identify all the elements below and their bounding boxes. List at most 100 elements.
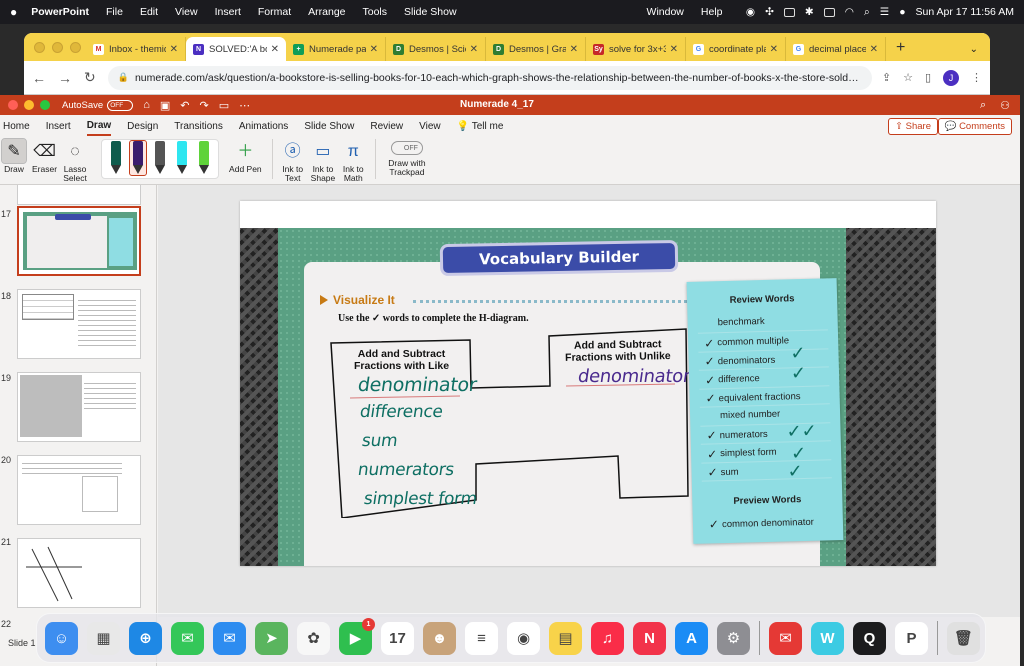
tab-view[interactable]: View xyxy=(419,118,441,135)
contacts-icon[interactable]: ☻ xyxy=(423,621,456,655)
pen-1[interactable] xyxy=(108,141,124,175)
highlighter-1[interactable] xyxy=(174,141,190,175)
highlighter-2[interactable] xyxy=(196,141,212,175)
tab-draw[interactable]: Draw xyxy=(86,117,112,136)
menu-window[interactable]: Window xyxy=(647,6,684,18)
close-window-button[interactable] xyxy=(34,42,45,53)
app-store-icon[interactable]: A xyxy=(675,621,708,655)
ppt-share-people-icon[interactable]: ⚇ xyxy=(1000,99,1010,112)
share-page-icon[interactable]: ⇪ xyxy=(882,71,891,84)
current-slide[interactable]: Vocabulary Builder Visualize It Use the … xyxy=(240,201,936,566)
close-tab-icon[interactable]: ✕ xyxy=(470,44,478,55)
safari-icon[interactable]: ⊕ xyxy=(129,621,162,655)
new-tab-button[interactable]: + xyxy=(896,39,905,57)
browser-tab[interactable]: D Desmos | Grap ✕ xyxy=(486,37,586,61)
photos-icon[interactable]: ✿ xyxy=(297,621,330,655)
music-icon[interactable]: ♫ xyxy=(591,621,624,655)
browser-menu-icon[interactable]: ⋮ xyxy=(971,71,982,84)
menu-slideshow[interactable]: Slide Show xyxy=(404,6,457,18)
address-bar[interactable]: 🔒 numerade.com/ask/question/a-bookstore-… xyxy=(107,65,872,90)
finder-icon[interactable]: ☺ xyxy=(45,621,78,655)
chrome-icon[interactable]: ◉ xyxy=(507,621,540,655)
browser-tab[interactable]: M Inbox - themid ✕ xyxy=(86,37,186,61)
launchpad-icon[interactable]: ▦ xyxy=(87,621,120,655)
ppt-zoom-button[interactable] xyxy=(40,100,50,110)
word-icon[interactable]: W xyxy=(811,621,844,655)
profile-avatar[interactable]: J xyxy=(943,69,959,86)
ink-to-shape-button[interactable]: ▭ Ink to Shape xyxy=(311,139,336,183)
ppt-search-icon[interactable]: ⌕ xyxy=(980,99,986,112)
mail-icon[interactable]: ✉ xyxy=(213,621,246,655)
close-tab-icon[interactable]: ✕ xyxy=(670,44,678,55)
pen-3[interactable] xyxy=(152,141,168,175)
slide-thumbnail-20[interactable] xyxy=(17,455,141,525)
close-tab-icon[interactable]: ✕ xyxy=(170,44,178,55)
draw-tool-button[interactable]: ✎ Draw xyxy=(1,138,27,174)
menu-insert[interactable]: Insert xyxy=(215,6,241,18)
browser-tab[interactable]: Gcoordinate pla ✕ xyxy=(686,37,786,61)
slide-thumbnail-18[interactable] xyxy=(17,289,141,359)
sidebar-icon[interactable]: ▯ xyxy=(925,71,931,84)
quicktime-icon[interactable]: Q xyxy=(853,621,886,655)
browser-tab[interactable]: + Numerade pay ✕ xyxy=(286,37,386,61)
extension-icon[interactable]: ✣ xyxy=(765,6,774,18)
redo-icon[interactable]: ↷ xyxy=(199,99,208,112)
browser-tab[interactable]: D Desmos | Scie ✕ xyxy=(386,37,486,61)
close-tab-icon[interactable]: ✕ xyxy=(570,44,578,55)
slide-thumbnail-16[interactable] xyxy=(17,185,141,205)
menu-file[interactable]: File xyxy=(106,6,123,18)
messages-icon[interactable]: ✉ xyxy=(171,621,204,655)
close-tab-icon[interactable]: ✕ xyxy=(770,44,778,55)
calendar-icon[interactable]: 17 xyxy=(381,621,414,655)
tab-design[interactable]: Design xyxy=(127,118,158,135)
slide-thumbnail-21[interactable] xyxy=(17,538,141,608)
tab-transitions[interactable]: Transitions xyxy=(174,118,223,135)
tab-search-chevron-icon[interactable]: ⌄ xyxy=(970,44,978,55)
tell-me[interactable]: 💡 Tell me xyxy=(457,118,504,135)
lasso-select-button[interactable]: ◌ Lasso Select xyxy=(63,139,87,183)
ink-to-text-button[interactable]: ⓐ Ink to Text xyxy=(281,139,305,183)
ink-to-math-button[interactable]: π Ink to Math xyxy=(341,139,365,183)
reload-icon[interactable]: ↻ xyxy=(84,69,96,86)
tab-home[interactable]: Home xyxy=(3,118,30,135)
battery-icon[interactable] xyxy=(823,7,835,17)
spotlight-icon[interactable]: ⌕ xyxy=(864,6,870,19)
apple-icon[interactable]: ● xyxy=(10,5,17,19)
news-icon[interactable]: N xyxy=(633,621,666,655)
notes-icon[interactable]: ▤ xyxy=(549,621,582,655)
slide-thumbnail-19[interactable] xyxy=(17,372,141,442)
forward-icon[interactable]: → xyxy=(58,70,72,86)
bookmark-star-icon[interactable]: ☆ xyxy=(903,71,913,84)
powerpoint-icon[interactable]: P xyxy=(895,621,928,655)
menu-edit[interactable]: Edit xyxy=(140,6,158,18)
browser-tab[interactable]: Sy solve for 3x+3 ✕ xyxy=(586,37,686,61)
menu-format[interactable]: Format xyxy=(258,6,291,18)
reminders-icon[interactable]: ≡ xyxy=(465,621,498,655)
wifi-icon[interactable]: ◠ xyxy=(845,6,854,18)
menu-arrange[interactable]: Arrange xyxy=(308,6,345,18)
maps-icon[interactable]: ➤ xyxy=(255,621,288,655)
menu-view[interactable]: View xyxy=(175,6,198,18)
add-pen-button[interactable]: ＋ Add Pen xyxy=(229,139,262,174)
share-button[interactable]: ⇪ Share xyxy=(888,118,938,135)
save-icon[interactable]: ▣ xyxy=(160,99,170,112)
system-preferences-icon[interactable]: ⚙ xyxy=(717,621,750,655)
more-icon[interactable]: ⋯ xyxy=(239,99,250,112)
bluetooth-icon[interactable]: ✱ xyxy=(805,6,814,18)
tab-review[interactable]: Review xyxy=(370,118,403,135)
pen-2[interactable] xyxy=(129,140,148,176)
slide-thumbnail-17[interactable] xyxy=(17,206,141,276)
menu-app-name[interactable]: PowerPoint xyxy=(31,6,89,18)
home-icon[interactable]: ⌂ xyxy=(143,99,150,111)
browser-tab[interactable]: Gdecimal place ✕ xyxy=(786,37,886,61)
siri-icon[interactable]: ● xyxy=(899,6,905,18)
close-tab-icon[interactable]: ✕ xyxy=(271,44,279,55)
ppt-minimize-button[interactable] xyxy=(24,100,34,110)
trackpad-toggle[interactable]: OFF xyxy=(390,141,423,155)
ppt-close-button[interactable] xyxy=(8,100,18,110)
tab-animations[interactable]: Animations xyxy=(239,118,288,135)
new-slide-icon[interactable]: ▭ xyxy=(219,99,229,112)
control-center-icon[interactable]: ☰ xyxy=(880,6,889,18)
tab-slideshow[interactable]: Slide Show xyxy=(304,118,354,135)
undo-icon[interactable]: ↶ xyxy=(180,99,189,112)
